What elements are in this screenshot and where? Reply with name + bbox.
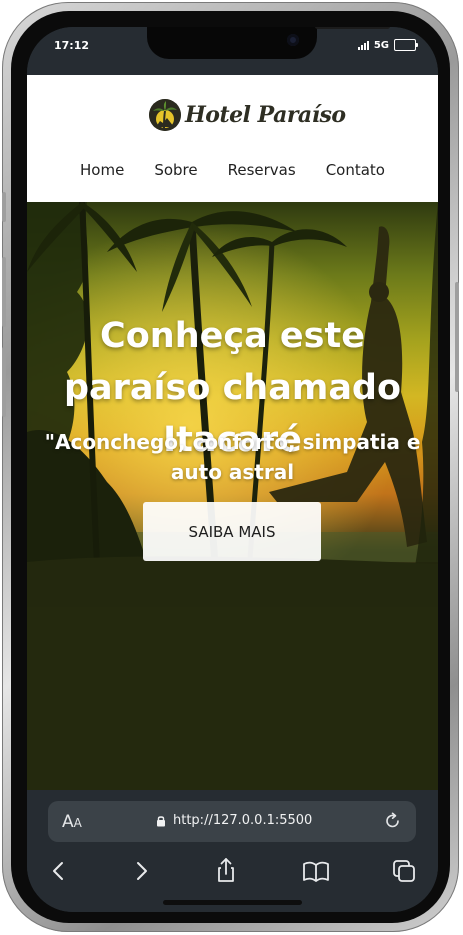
share-icon[interactable] <box>211 856 241 886</box>
hero-subtitle: "Aconchego, conforto, simpatia e auto as… <box>44 430 421 484</box>
network-label: 5G <box>373 39 389 51</box>
saiba-mais-button[interactable]: SAIBA MAIS <box>143 502 321 561</box>
nav-reservas[interactable]: Reservas <box>228 161 296 179</box>
url-display[interactable]: http://127.0.0.1:5500 <box>156 813 312 828</box>
nav-contato[interactable]: Contato <box>326 161 385 179</box>
text-size-small-a: A <box>73 816 82 830</box>
text-size-large-a: A <box>62 812 74 832</box>
site-header: Hotel Paraíso Home Sobre Reservas Contat… <box>27 75 438 202</box>
address-bar[interactable]: AA http://127.0.0.1:5500 <box>48 801 416 842</box>
home-indicator[interactable] <box>163 900 302 905</box>
url-text: http://127.0.0.1:5500 <box>173 813 313 828</box>
nav-sobre[interactable]: Sobre <box>154 161 197 179</box>
status-indicators: 5G <box>357 39 418 51</box>
text-size-button[interactable]: AA <box>62 812 82 832</box>
browser-bar: AA http://127.0.0.1:5500 <box>27 790 438 912</box>
logo-text: Hotel Paraíso <box>185 102 346 128</box>
hero-section: Conheça este paraíso chamado Itacaré "Ac… <box>27 202 438 607</box>
speaker <box>315 27 390 29</box>
chevron-left-icon[interactable] <box>44 856 74 886</box>
volume-up-button <box>2 257 6 327</box>
battery-icon <box>394 39 418 51</box>
page-bottom-area <box>27 607 438 790</box>
mute-switch <box>2 192 6 222</box>
palm-logo-icon <box>149 99 181 131</box>
lock-icon <box>157 815 165 826</box>
notch <box>147 27 390 59</box>
nav-home[interactable]: Home <box>80 161 124 179</box>
signal-icon <box>357 40 369 50</box>
status-bar: 17:12 5G <box>27 27 438 75</box>
webpage: Hotel Paraíso Home Sobre Reservas Contat… <box>27 75 438 790</box>
chevron-right-icon[interactable] <box>126 856 156 886</box>
book-icon[interactable] <box>301 856 331 886</box>
main-nav: Home Sobre Reservas Contato <box>27 161 438 179</box>
power-button <box>455 282 459 392</box>
volume-down-button <box>2 347 6 417</box>
tabs-icon[interactable] <box>389 856 419 886</box>
reload-icon[interactable] <box>383 811 403 831</box>
front-camera <box>287 34 299 46</box>
status-time: 17:12 <box>54 39 90 52</box>
site-logo[interactable]: Hotel Paraíso <box>149 99 346 131</box>
phone-screen: 17:12 5G Hotel Paraíso Home Sobre Reserv… <box>27 27 438 912</box>
